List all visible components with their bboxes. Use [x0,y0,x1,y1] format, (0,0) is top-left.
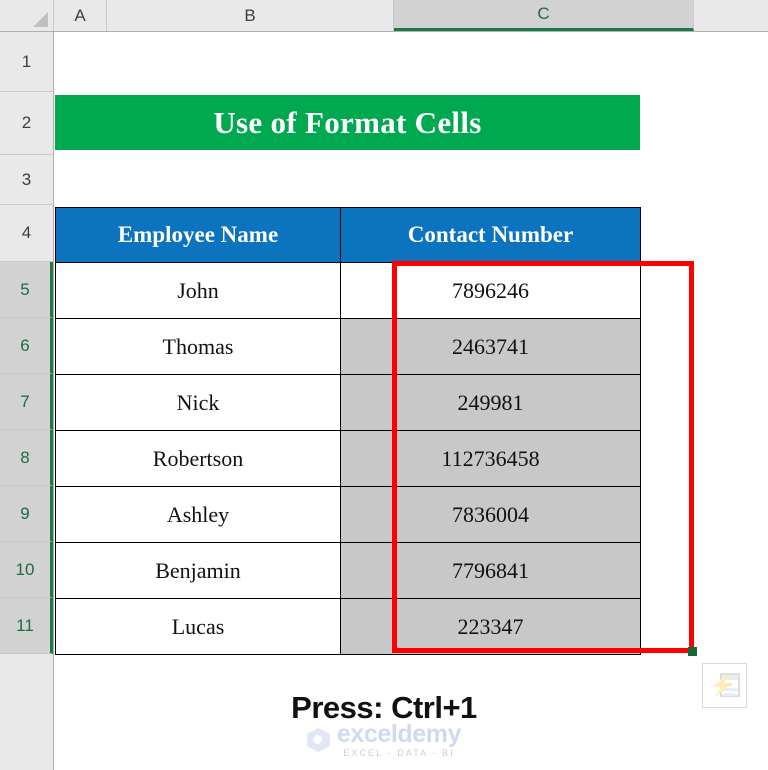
row-header-strip: 1 2 3 4 5 6 7 8 9 10 11 [0,32,54,770]
cube-logo-icon [306,728,330,752]
select-all-button[interactable] [0,0,54,31]
table-row[interactable]: Robertson 112736458 [55,430,641,487]
watermark-brand-name: exceldemy [336,720,462,748]
row-header-9[interactable]: 9 [0,486,53,542]
excel-worksheet: A B C 1 2 3 4 5 6 7 8 9 10 11 Use of For… [0,0,768,770]
column-header-a-label: A [74,5,86,25]
cell-employee-name[interactable]: Ashley [55,486,341,543]
row-header-6[interactable]: 6 [0,318,53,374]
row-header-10[interactable]: 10 [0,542,53,598]
column-header-c[interactable]: C [394,0,694,31]
quick-analysis-button[interactable]: ⚡ [702,663,747,708]
row-header-4[interactable]: 4 [0,205,53,262]
title-banner-text: Use of Format Cells [213,104,482,140]
row-header-1[interactable]: 1 [0,32,53,92]
column-header-a[interactable]: A [54,0,107,31]
column-header-b-label: B [244,5,256,25]
column-header-employee-name: Employee Name [55,207,341,263]
row-header-9-label: 9 [20,503,30,523]
watermark-text: exceldemy EXCEL - DATA - BI [336,720,462,758]
row-header-1-label: 1 [21,51,32,71]
table-row[interactable]: Thomas 2463741 [55,318,641,375]
column-header-d[interactable] [694,0,768,31]
table-row[interactable]: Ashley 7836004 [55,486,641,543]
column-header-c-label: C [537,4,550,23]
row-header-7[interactable]: 7 [0,374,53,430]
row-header-4-label: 4 [21,223,32,242]
employee-contact-table: Employee Name Contact Number John 789624… [55,207,641,655]
quick-analysis-icon: ⚡ [709,672,740,699]
row-header-11-label: 11 [16,615,34,635]
cell-contact-number[interactable]: 7896246 [340,262,641,319]
cell-employee-name[interactable]: John [55,262,341,319]
table-row[interactable]: Benjamin 7796841 [55,542,641,599]
cell-contact-number[interactable]: 112736458 [340,430,641,487]
cell-contact-number[interactable]: 223347 [340,598,641,655]
cell-contact-number[interactable]: 7836004 [340,486,641,543]
cell-employee-name[interactable]: Robertson [55,430,341,487]
cell-contact-number[interactable]: 7796841 [340,542,641,599]
select-all-triangle-icon [33,12,48,27]
table-row[interactable]: Lucas 223347 [55,598,641,655]
cell-employee-name[interactable]: Nick [55,374,341,431]
lightning-bolt-icon: ⚡ [709,673,736,697]
row-header-2[interactable]: 2 [0,92,53,155]
row-header-5-label: 5 [20,279,30,299]
row-header-10-label: 10 [15,559,35,579]
watermark-tagline: EXCEL - DATA - BI [343,748,455,758]
watermark: exceldemy EXCEL - DATA - BI [0,722,768,758]
row-header-8[interactable]: 8 [0,430,53,486]
data-table-wrapper: Employee Name Contact Number John 789624… [55,207,641,655]
row-header-3-label: 3 [21,169,32,189]
cell-employee-name[interactable]: Lucas [55,598,341,655]
cell-employee-name[interactable]: Thomas [55,318,341,375]
row-header-6-label: 6 [20,335,30,355]
row-header-2-label: 2 [21,113,32,132]
row-header-8-label: 8 [20,447,30,467]
cell-employee-name[interactable]: Benjamin [55,542,341,599]
row-header-3[interactable]: 3 [0,155,53,205]
table-header-row: Employee Name Contact Number [55,207,641,263]
column-header-b[interactable]: B [107,0,394,31]
column-header-contact-number: Contact Number [340,207,641,263]
fill-handle[interactable] [688,647,697,656]
table-row[interactable]: Nick 249981 [55,374,641,431]
row-header-5[interactable]: 5 [0,262,53,318]
cell-contact-number[interactable]: 249981 [340,374,641,431]
row-header-11[interactable]: 11 [0,598,53,654]
row-header-7-label: 7 [20,391,30,411]
cell-contact-number[interactable]: 2463741 [340,318,641,375]
column-header-strip: A B C [0,0,768,32]
table-row[interactable]: John 7896246 [55,262,641,319]
title-banner: Use of Format Cells [55,95,640,150]
